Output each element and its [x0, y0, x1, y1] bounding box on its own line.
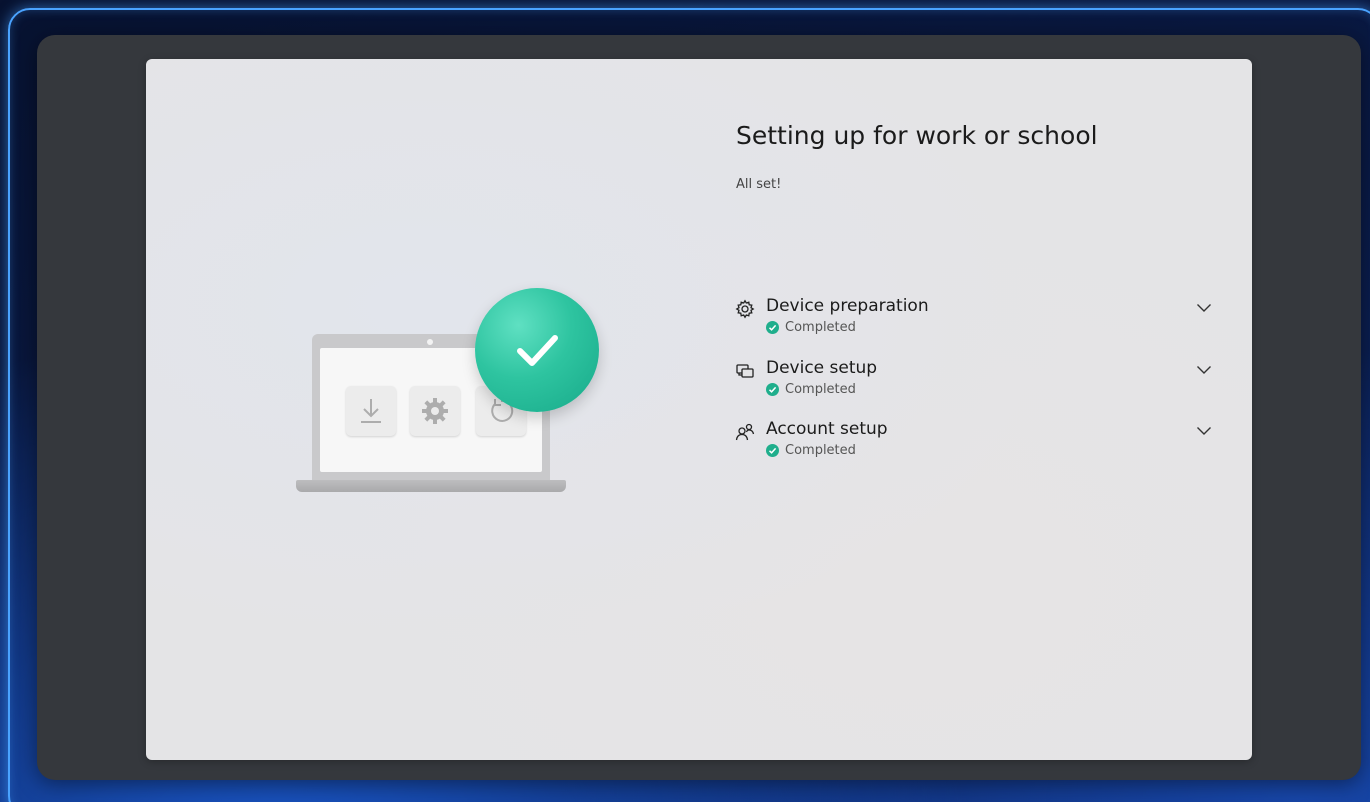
check-circle-icon	[766, 321, 779, 334]
step-account-setup[interactable]: Account setup Completed	[734, 419, 1214, 463]
step-label: Account setup	[766, 419, 888, 439]
people-icon	[734, 421, 756, 443]
download-icon	[361, 399, 381, 423]
laptop-base	[296, 480, 566, 492]
step-status: Completed	[766, 382, 856, 397]
download-tile	[346, 386, 396, 436]
page-subtitle: All set!	[736, 177, 782, 192]
step-status: Completed	[766, 443, 856, 458]
status-text: Completed	[785, 443, 856, 458]
chevron-down-icon[interactable]	[1194, 362, 1214, 378]
page-title: Setting up for work or school	[736, 121, 1098, 150]
gear-icon	[422, 398, 448, 424]
step-label: Device setup	[766, 358, 878, 378]
status-text: Completed	[785, 382, 856, 397]
step-label: Device preparation	[766, 296, 929, 316]
chevron-down-icon[interactable]	[1194, 423, 1214, 439]
status-text: Completed	[785, 320, 856, 335]
check-circle-icon	[766, 383, 779, 396]
success-badge	[475, 288, 599, 412]
step-status: Completed	[766, 320, 856, 335]
settings-tile	[410, 386, 460, 436]
setup-panel	[146, 59, 1252, 760]
gear-icon	[734, 298, 756, 320]
laptop-camera	[427, 339, 433, 345]
chevron-down-icon[interactable]	[1194, 300, 1214, 316]
step-device-setup[interactable]: Device setup Completed	[734, 358, 1214, 402]
step-device-preparation[interactable]: Device preparation Completed	[734, 296, 1214, 340]
check-circle-icon	[766, 444, 779, 457]
checkmark-icon	[517, 335, 558, 366]
device-setup-icon	[734, 360, 756, 382]
